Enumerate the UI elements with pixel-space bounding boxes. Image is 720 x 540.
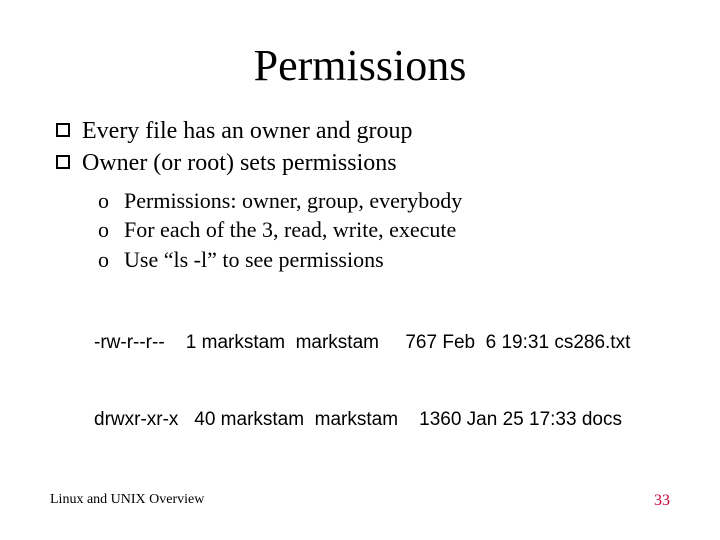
bullet-text: Use “ls -l” to see permissions (124, 245, 384, 275)
square-bullet-icon (56, 123, 70, 137)
footer-text: Linux and UNIX Overview (50, 492, 204, 510)
bullet-item: o Permissions: owner, group, everybody (98, 186, 670, 216)
bullet-item: o For each of the 3, read, write, execut… (98, 215, 670, 245)
bullet-list-level1: Every file has an owner and group Owner … (50, 115, 670, 180)
slide: Permissions Every file has an owner and … (0, 0, 720, 540)
bullet-item: o Use “ls -l” to see permissions (98, 245, 670, 275)
ls-output-block: -rw-r--r-- 1 markstam markstam 767 Feb 6… (50, 279, 670, 484)
circle-bullet-icon: o (98, 245, 116, 275)
listing-line: -rw-r--r-- 1 markstam markstam 767 Feb 6… (94, 330, 670, 356)
bullet-item: Every file has an owner and group (56, 115, 670, 147)
circle-bullet-icon: o (98, 186, 116, 216)
bullet-list-level2: o Permissions: owner, group, everybody o… (50, 186, 670, 275)
bullet-text: Owner (or root) sets permissions (82, 147, 397, 179)
page-number: 33 (654, 492, 670, 510)
slide-title: Permissions (50, 40, 670, 91)
bullet-text: Every file has an owner and group (82, 115, 413, 147)
listing-line: drwxr-xr-x 40 markstam markstam 1360 Jan… (94, 407, 670, 433)
bullet-item: Owner (or root) sets permissions (56, 147, 670, 179)
square-bullet-icon (56, 155, 70, 169)
circle-bullet-icon: o (98, 215, 116, 245)
bullet-text: For each of the 3, read, write, execute (124, 215, 456, 245)
bullet-text: Permissions: owner, group, everybody (124, 186, 462, 216)
slide-footer: Linux and UNIX Overview 33 (50, 492, 670, 510)
